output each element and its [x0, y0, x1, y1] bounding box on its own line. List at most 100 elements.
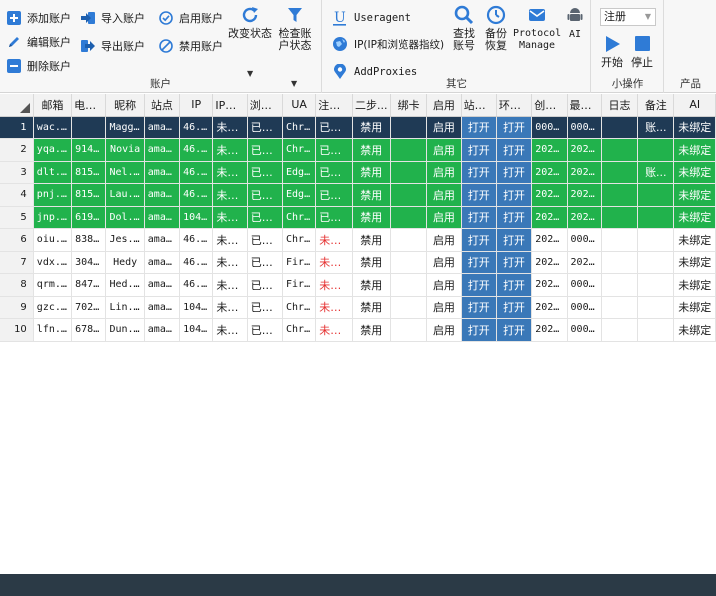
cell-nick[interactable]: Novia [105, 138, 145, 162]
open-site-button[interactable]: 打开 [461, 228, 497, 252]
cell-log[interactable] [601, 206, 639, 229]
cell-ai[interactable]: 未绑定 [673, 296, 716, 319]
cell-log[interactable] [601, 273, 639, 297]
cell-log[interactable] [601, 138, 639, 162]
import-account-button[interactable]: 导入账户 [80, 8, 145, 28]
cell-fp[interactable]: 未绑定 [212, 116, 248, 139]
cell-created[interactable]: 202... [531, 296, 568, 319]
cell-phone[interactable]: 815... [71, 183, 107, 207]
cell-twofa[interactable]: 禁用 [352, 251, 391, 274]
cell-ip[interactable]: 104... [179, 296, 214, 319]
cell-last[interactable]: 000... [567, 318, 602, 342]
cell-nick[interactable]: Dun... [105, 318, 145, 342]
cell-created[interactable]: 202... [531, 138, 568, 162]
open-env-button[interactable]: 打开 [496, 183, 533, 207]
cell-card[interactable] [390, 296, 428, 319]
cell-log[interactable] [601, 183, 639, 207]
cell-card[interactable] [390, 273, 428, 297]
cell-fp[interactable]: 未绑定 [212, 251, 248, 274]
cell-site[interactable]: ama... [144, 183, 181, 207]
row-number[interactable]: 6 [0, 228, 34, 252]
open-site-button[interactable]: 打开 [461, 116, 497, 139]
column-header[interactable]: 昵称 [105, 94, 145, 117]
cell-twofa[interactable]: 禁用 [352, 138, 391, 162]
cell-twofa[interactable]: 禁用 [352, 228, 391, 252]
column-header[interactable]: UA [282, 94, 317, 117]
cell-ai[interactable]: 未绑定 [673, 138, 716, 162]
cell-ua[interactable]: Chr... [282, 116, 317, 139]
cell-browser[interactable]: 已绑定 [247, 318, 284, 342]
open-site-button[interactable]: 打开 [461, 251, 497, 274]
cell-ai[interactable]: 未绑定 [673, 251, 716, 274]
cell-enabled[interactable]: 启用 [426, 183, 462, 207]
cell-enabled[interactable]: 启用 [426, 318, 462, 342]
cell-reg[interactable]: 已注册 [315, 116, 353, 139]
cell-nick[interactable]: Hedy [105, 251, 145, 274]
cell-reg[interactable]: 已注册 [315, 206, 353, 229]
row-number[interactable]: 4 [0, 183, 34, 207]
cell-last[interactable]: 000... [567, 296, 602, 319]
cell-nick[interactable]: Dol... [105, 206, 145, 229]
corner-header[interactable] [0, 94, 34, 117]
column-header[interactable]: IP指纹 [212, 94, 248, 117]
cell-reg[interactable]: 未注册 [315, 318, 353, 342]
cell-email[interactable]: dlt... [33, 161, 73, 184]
cell-ip[interactable]: 46... [179, 183, 214, 207]
ip-fingerprint-button[interactable]: IP(IP和浏览器指纹) [331, 34, 444, 54]
stop-button[interactable]: 停止 [628, 34, 656, 69]
cell-log[interactable] [601, 116, 639, 139]
cell-twofa[interactable]: 禁用 [352, 161, 391, 184]
open-env-button[interactable]: 打开 [496, 318, 533, 342]
column-header[interactable]: 站点... [461, 94, 497, 117]
cell-created[interactable]: 202... [531, 183, 568, 207]
cell-site[interactable]: ama... [144, 228, 181, 252]
cell-site[interactable]: ama... [144, 273, 181, 297]
table-row[interactable]: 8qrm...847...Hed...ama...46...未绑定已绑定Fir.… [0, 273, 716, 297]
cell-ip[interactable]: 46... [179, 138, 214, 162]
cell-last[interactable]: 202... [567, 251, 602, 274]
protocol-manage-button[interactable]: Protocol Manage [513, 5, 561, 52]
cell-created[interactable]: 202... [531, 161, 568, 184]
cell-created[interactable]: 202... [531, 206, 568, 229]
open-site-button[interactable]: 打开 [461, 296, 497, 319]
column-header[interactable]: 邮箱 [33, 94, 73, 117]
cell-browser[interactable]: 已绑定 [247, 161, 284, 184]
row-number[interactable]: 1 [0, 116, 34, 139]
cell-log[interactable] [601, 228, 639, 252]
cell-note[interactable] [637, 206, 675, 229]
column-header[interactable]: 日志 [601, 94, 639, 117]
delete-account-button[interactable]: 删除账户 [6, 56, 71, 76]
cell-ip[interactable]: 46... [179, 161, 214, 184]
table-row[interactable]: 1wac...Maggieama...46...未绑定已绑定Chr...已注册禁… [0, 116, 716, 139]
open-env-button[interactable]: 打开 [496, 116, 533, 139]
cell-note[interactable] [637, 296, 675, 319]
row-number[interactable]: 5 [0, 206, 34, 229]
cell-log[interactable] [601, 318, 639, 342]
cell-reg[interactable]: 已注册 [315, 183, 353, 207]
cell-ua[interactable]: Chr... [282, 228, 317, 252]
open-env-button[interactable]: 打开 [496, 206, 533, 229]
cell-reg[interactable]: 未注册 [315, 251, 353, 274]
open-site-button[interactable]: 打开 [461, 183, 497, 207]
open-env-button[interactable]: 打开 [496, 138, 533, 162]
cell-reg[interactable]: 已注册 [315, 138, 353, 162]
cell-twofa[interactable]: 禁用 [352, 206, 391, 229]
table-row[interactable]: 4pnj...815...Lau...ama...46...未绑定已绑定Edg.… [0, 183, 716, 207]
table-row[interactable]: 5jnp...619...Dol...ama...104...未绑定已绑定Chr… [0, 206, 716, 229]
cell-nick[interactable]: Nel... [105, 161, 145, 184]
cell-fp[interactable]: 未绑定 [212, 273, 248, 297]
cell-phone[interactable] [71, 116, 107, 139]
cell-enabled[interactable]: 启用 [426, 116, 462, 139]
cell-note[interactable] [637, 138, 675, 162]
cell-browser[interactable]: 已绑定 [247, 296, 284, 319]
cell-site[interactable]: ama... [144, 296, 181, 319]
row-number[interactable]: 8 [0, 273, 34, 297]
cell-nick[interactable]: Hed... [105, 273, 145, 297]
cell-ua[interactable]: Fir... [282, 251, 317, 274]
cell-ip[interactable]: 46... [179, 116, 214, 139]
cell-created[interactable]: 202... [531, 251, 568, 274]
cell-browser[interactable]: 已绑定 [247, 228, 284, 252]
cell-email[interactable]: pnj... [33, 183, 73, 207]
cell-ip[interactable]: 104... [179, 206, 214, 229]
cell-enabled[interactable]: 启用 [426, 251, 462, 274]
